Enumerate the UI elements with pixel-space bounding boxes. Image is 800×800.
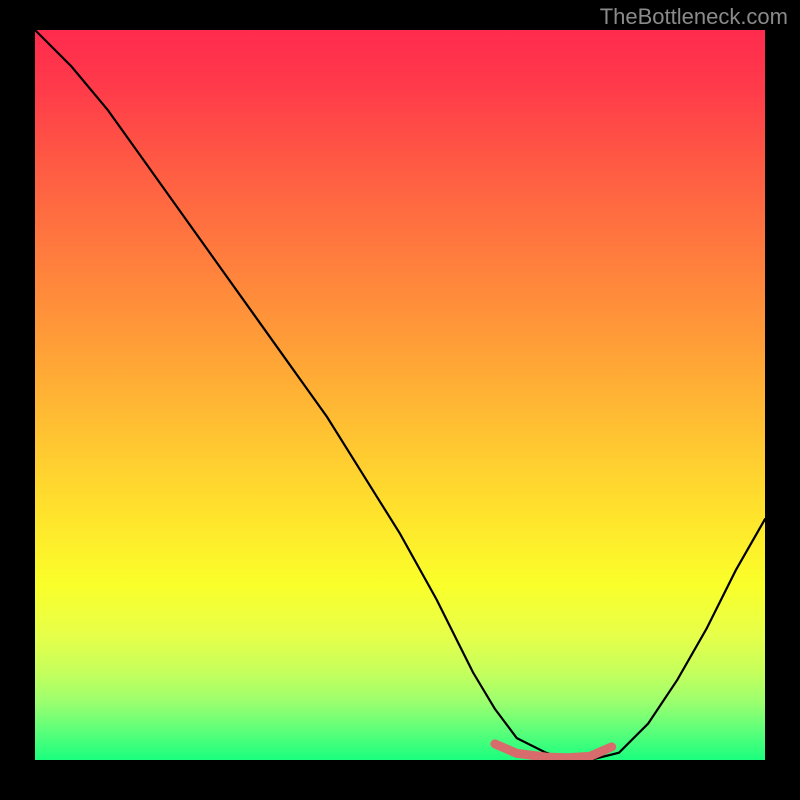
optimal-zone-marker-path bbox=[495, 744, 612, 758]
bottleneck-chart bbox=[35, 30, 765, 760]
watermark-text: TheBottleneck.com bbox=[600, 4, 788, 30]
bottleneck-curve-path bbox=[35, 30, 765, 760]
gradient-plot-background bbox=[35, 30, 765, 760]
